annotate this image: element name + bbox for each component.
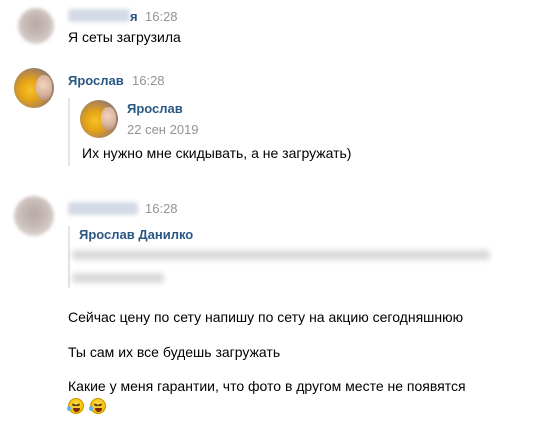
forwarded-author-name[interactable]: Ярослав <box>127 101 183 116</box>
avatar-face <box>36 75 52 100</box>
laughing-mouth <box>95 408 102 412</box>
message-time[interactable]: 16:28 <box>145 201 178 216</box>
forwarded-date[interactable]: 22 сен 2019 <box>127 122 199 137</box>
sender-name-tail[interactable]: я <box>130 9 138 24</box>
laughing-mouth <box>73 408 80 412</box>
avatar-face <box>100 106 117 131</box>
forwarded-text: Их нужно мне скидывать, а не загружать) <box>82 145 352 161</box>
forwarded-message-bar <box>68 98 70 166</box>
sender-avatar-blurred[interactable] <box>14 196 54 236</box>
reply-text-blurred-line-1 <box>72 250 490 260</box>
reply-author-name[interactable]: Ярослав Данилко <box>79 227 193 242</box>
sender-name[interactable]: Ярослав <box>68 73 124 88</box>
reply-text-blurred-line-2 <box>72 273 164 283</box>
message-line: Сейчас цену по сету напишу по сету на ак… <box>68 309 464 325</box>
rolling-on-floor-laughing-emoji <box>67 398 84 414</box>
forwarded-author-avatar[interactable] <box>80 100 118 138</box>
message-line: Ты сам их все будешь загружать <box>68 344 281 360</box>
message-time[interactable]: 16:28 <box>145 9 178 24</box>
rolling-on-floor-laughing-emoji <box>89 398 106 414</box>
yaroslav-avatar[interactable] <box>14 68 54 108</box>
sender-name-blurred[interactable] <box>68 9 130 22</box>
message-line: Какие у меня гарантии, что фото в другом… <box>68 378 466 394</box>
message-text: Я сеты загрузила <box>68 29 181 45</box>
message-time[interactable]: 16:28 <box>132 73 165 88</box>
tear-drop <box>89 406 93 411</box>
reply-quote-bar <box>68 226 70 288</box>
sender-avatar-blurred[interactable] <box>18 8 54 44</box>
sender-name-blurred[interactable] <box>68 202 138 215</box>
tear-drop <box>67 406 71 411</box>
